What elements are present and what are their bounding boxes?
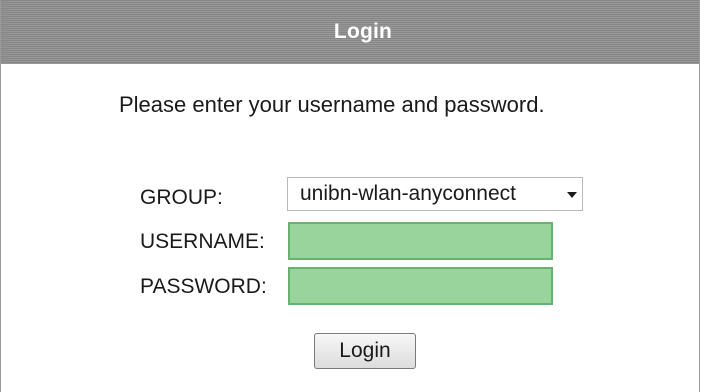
group-select[interactable]: unibn-wlan-anyconnect bbox=[287, 177, 583, 211]
login-panel: Login Please enter your username and pas… bbox=[0, 0, 700, 392]
chevron-down-icon bbox=[567, 192, 577, 198]
group-label: GROUP: bbox=[140, 186, 223, 209]
password-field[interactable] bbox=[288, 267, 553, 305]
page-title: Login bbox=[333, 20, 393, 43]
login-button[interactable]: Login bbox=[314, 333, 416, 369]
username-field[interactable] bbox=[288, 222, 553, 260]
login-instructions: Please enter your username and password. bbox=[119, 92, 545, 117]
login-header: Login bbox=[1, 0, 699, 64]
username-label: USERNAME: bbox=[140, 230, 265, 253]
group-select-value: unibn-wlan-anyconnect bbox=[300, 182, 516, 205]
password-label: PASSWORD: bbox=[140, 275, 267, 298]
